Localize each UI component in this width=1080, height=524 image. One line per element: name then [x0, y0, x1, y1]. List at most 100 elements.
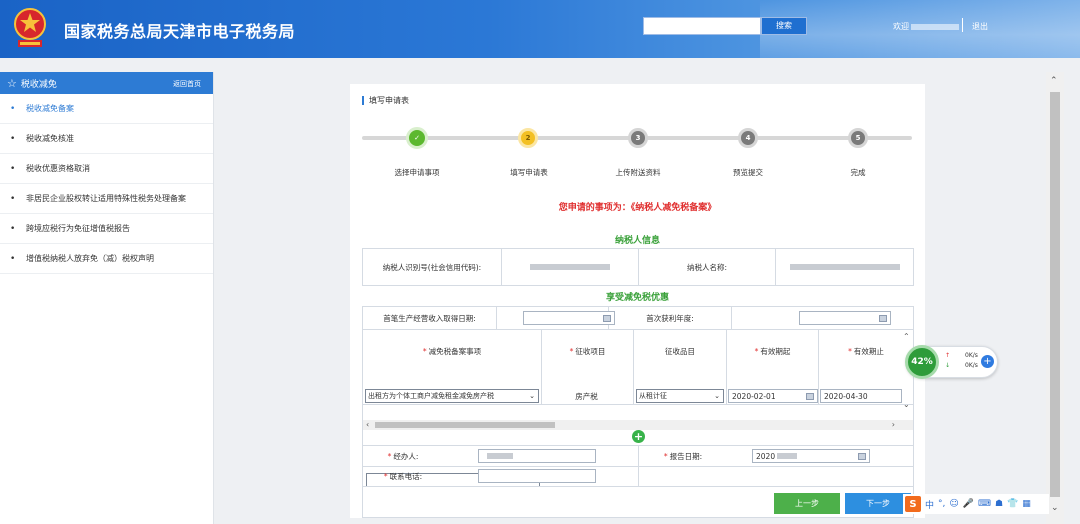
first-profit-year-label: 首次获利年度:: [646, 313, 694, 323]
speed-percent: 42%: [905, 345, 939, 379]
col-tax-type: * 征收项目: [569, 346, 606, 356]
home-link[interactable]: 返回首页: [173, 79, 201, 89]
header-separator: [962, 18, 963, 32]
start-date-value: 2020-02-01: [732, 391, 776, 401]
report-date-input[interactable]: 2020: [752, 449, 870, 463]
sidebar-header: ☆ 税收减免 返回首页: [0, 72, 213, 94]
sidebar-item-label: 税收优惠资格取消: [26, 164, 90, 173]
download-arrow-icon: ↓: [945, 362, 951, 369]
step-number: ✓: [414, 134, 420, 142]
ime-punctuation-toggle[interactable]: °,: [938, 499, 945, 509]
sidebar-item-qualification-cancel[interactable]: • 税收优惠资格取消: [0, 154, 213, 184]
relief-item-select[interactable]: 出租方为个体工商户减免租金减免房产税 ⌄: [365, 389, 539, 403]
col-label: 减免税备案事项: [428, 346, 482, 356]
sidebar: ☆ 税收减免 返回首页 • 税收减免备案 • 税收减免核准 • 税收优惠资格取消 • 非…: [0, 72, 214, 524]
col-label: 征收项目: [575, 346, 606, 356]
sidebar-item-crossborder-vat[interactable]: • 跨境应税行为免征增值税报告: [0, 214, 213, 244]
application-form-panel: 填写申请表 ✓ 2 3 4 5 选择申请事项 填写申请表 上传附送资料 预览提交…: [350, 84, 925, 518]
report-date-label: * 报告日期:: [663, 451, 703, 461]
app-header: 国家税务总局天津市电子税务局 搜索 欢迎 退出: [0, 0, 1080, 58]
sidebar-item-relief-approval[interactable]: • 税收减免核准: [0, 124, 213, 154]
panel-title: 填写申请表: [362, 96, 409, 105]
bullet-icon: •: [10, 103, 16, 114]
scroll-down-icon[interactable]: ⌄: [903, 400, 910, 409]
phone-label: * 联系电话:: [383, 471, 423, 481]
phone-input[interactable]: [478, 469, 596, 483]
grid-icon[interactable]: ▦: [1022, 499, 1031, 509]
col-label: 有效期止: [853, 346, 884, 356]
col-tax-item: 征收品目: [665, 346, 695, 356]
first-income-date-input[interactable]: [523, 311, 615, 325]
page-scrollbar[interactable]: ⌃: [1046, 72, 1064, 524]
sidebar-item-label: 税收减免备案: [26, 104, 74, 113]
scroll-down-icon[interactable]: ⌄: [1051, 503, 1059, 513]
sidebar-item-relief-filing[interactable]: • 税收减免备案: [0, 94, 213, 124]
first-profit-year-input[interactable]: [799, 311, 891, 325]
select-value: 从租计征: [639, 392, 667, 400]
chevron-down-icon: ⌄: [529, 392, 535, 400]
network-speed-widget[interactable]: 42% ↑ ↓ 0K/s 0K/s +: [905, 345, 998, 379]
bullet-icon: •: [10, 133, 16, 144]
sidebar-item-vat-waiver[interactable]: • 增值税纳税人放弃免（减）税权声明: [0, 244, 213, 274]
next-step-button[interactable]: 下一步: [845, 493, 911, 514]
logout-link[interactable]: 退出: [972, 21, 988, 32]
end-date-input[interactable]: 2020-04-30: [820, 389, 902, 403]
scroll-left-icon[interactable]: ‹: [366, 420, 369, 429]
taxpayer-section-title: 纳税人信息: [614, 236, 660, 246]
step-5-pending: 5: [848, 128, 868, 148]
masked-username: [911, 23, 959, 30]
microphone-icon[interactable]: 🎤: [963, 499, 974, 509]
sidebar-menu: • 税收减免备案 • 税收减免核准 • 税收优惠资格取消 • 非居民企业股权转让适用特殊…: [0, 94, 213, 274]
taxpayer-info-table: 纳税人识别号(社会信用代码): 纳税人名称:: [362, 248, 914, 286]
step-number: 5: [855, 134, 861, 142]
speed-boost-icon[interactable]: +: [981, 355, 994, 368]
step-label: 选择申请事项: [394, 168, 440, 177]
bullet-icon: •: [10, 193, 16, 204]
masked-taxpayer-id: [530, 264, 610, 270]
sidebar-item-label: 非居民企业股权转让适用特殊性税务处理备案: [26, 194, 186, 203]
first-income-date-label: 首笔生产经营收入取得日期:: [383, 313, 476, 323]
skin-icon[interactable]: ☗: [995, 499, 1003, 509]
col-label: 有效期起: [760, 346, 791, 356]
sidebar-item-label: 增值税纳税人放弃免（减）税权声明: [26, 254, 154, 263]
calendar-icon[interactable]: [806, 393, 814, 400]
ime-language-toggle[interactable]: 中: [925, 498, 934, 511]
scroll-right-icon[interactable]: ›: [892, 420, 895, 429]
sidebar-title: 税收减免: [20, 79, 57, 90]
application-notice: 您申请的事项为：《纳税人减免税备案》: [558, 203, 717, 213]
calendar-icon[interactable]: [879, 315, 887, 322]
step-label: 上传附送资料: [615, 168, 661, 177]
horizontal-scrollbar[interactable]: ‹ ›: [363, 420, 913, 430]
taxpayer-name-value: [776, 249, 913, 285]
calendar-icon[interactable]: [858, 453, 866, 460]
shirt-icon[interactable]: 👕: [1007, 499, 1018, 509]
step-label: 填写申请表: [510, 168, 548, 177]
emoji-icon[interactable]: ☺: [949, 499, 958, 509]
taxpayer-id-value: [502, 249, 638, 285]
upload-rate: 0K/s: [965, 352, 978, 359]
scroll-up-icon[interactable]: ⌃: [903, 332, 910, 341]
masked-taxpayer-name: [789, 264, 900, 270]
step-number: 4: [745, 134, 751, 142]
sidebar-item-nonresident-equity[interactable]: • 非居民企业股权转让适用特殊性税务处理备案: [0, 184, 213, 214]
upload-arrow-icon: ↑: [945, 352, 951, 359]
field-label: 经办人:: [393, 451, 419, 461]
scroll-up-icon[interactable]: ⌃: [1050, 76, 1058, 86]
col-relief-item: * 减免税备案事项: [422, 346, 482, 356]
prev-step-button[interactable]: 上一步: [774, 493, 840, 514]
download-rate: 0K/s: [965, 362, 978, 369]
sogou-logo-icon[interactable]: S: [905, 496, 921, 512]
add-row-button[interactable]: +: [632, 430, 645, 443]
tax-emblem-icon: [14, 8, 46, 47]
start-date-input[interactable]: 2020-02-01: [728, 389, 818, 403]
search-button[interactable]: 搜索: [761, 17, 807, 35]
search-input[interactable]: [643, 17, 761, 35]
handler-input[interactable]: [478, 449, 596, 463]
handler-label: * 经办人:: [387, 451, 419, 461]
tax-item-select[interactable]: 从租计征 ⌄: [636, 389, 724, 403]
masked-handler: [487, 453, 513, 459]
welcome-label: 欢迎: [893, 22, 909, 31]
scrollbar-thumb[interactable]: [1050, 92, 1060, 497]
keyboard-icon[interactable]: ⌨: [978, 499, 991, 509]
scrollbar-thumb[interactable]: [375, 422, 555, 428]
